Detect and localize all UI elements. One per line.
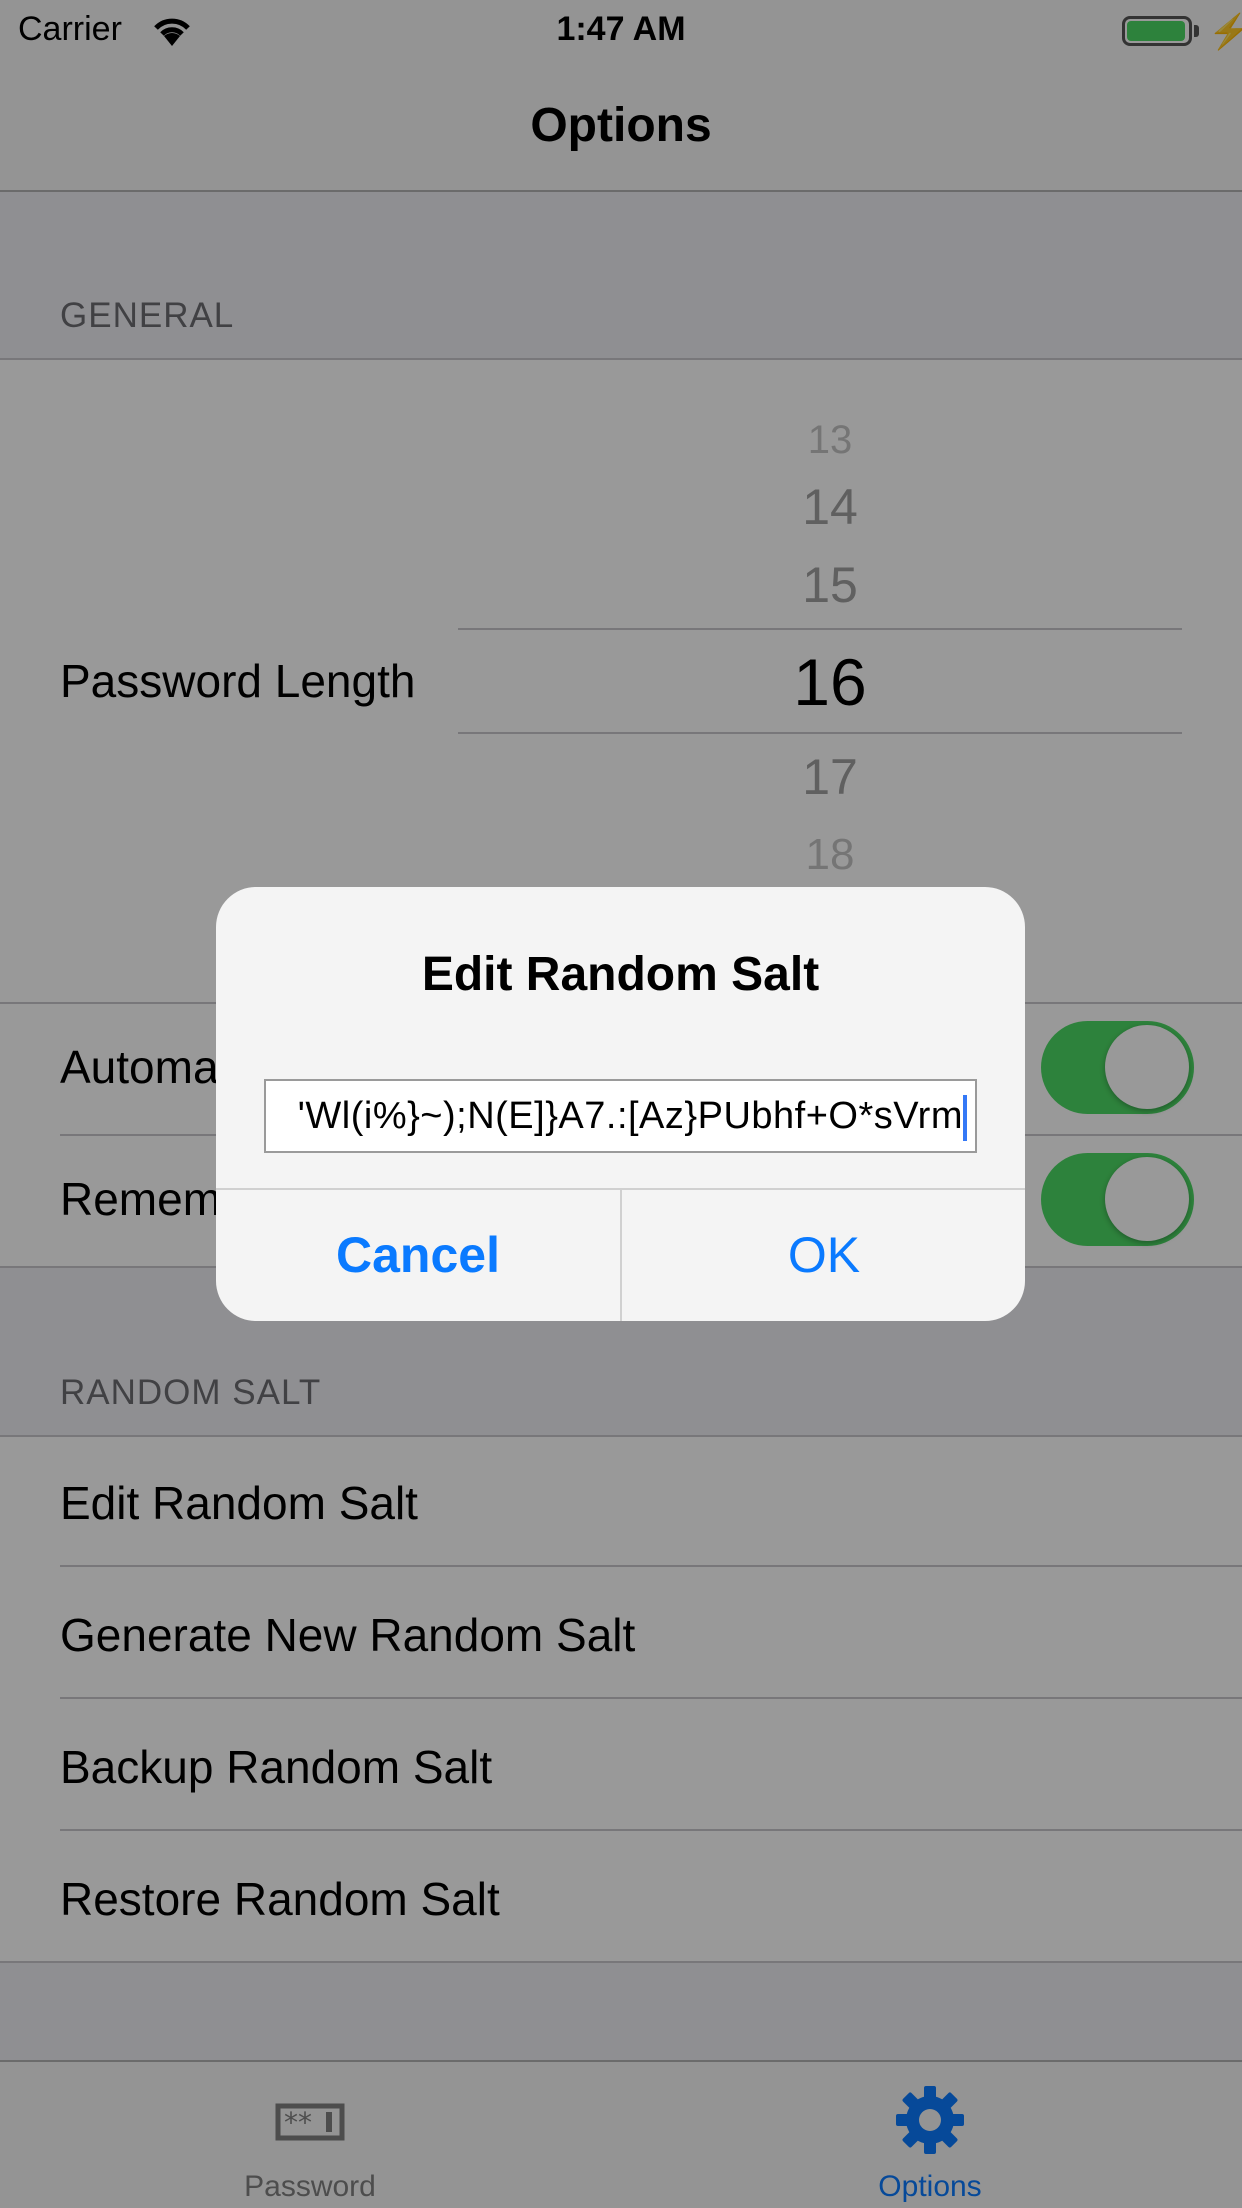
cancel-button[interactable]: Cancel <box>216 1190 620 1321</box>
edit-random-salt-dialog: Edit Random Salt 'Wl(i%}~);N(E]}A7.:[Az}… <box>216 887 1025 1321</box>
ok-button[interactable]: OK <box>622 1190 1025 1321</box>
salt-text-field[interactable]: 'Wl(i%}~);N(E]}A7.:[Az}PUbhf+O*sVrm <box>264 1079 977 1153</box>
text-caret <box>963 1095 967 1141</box>
salt-text-value: 'Wl(i%}~);N(E]}A7.:[Az}PUbhf+O*sVrm <box>297 1095 963 1137</box>
dialog-title: Edit Random Salt <box>421 948 820 1001</box>
